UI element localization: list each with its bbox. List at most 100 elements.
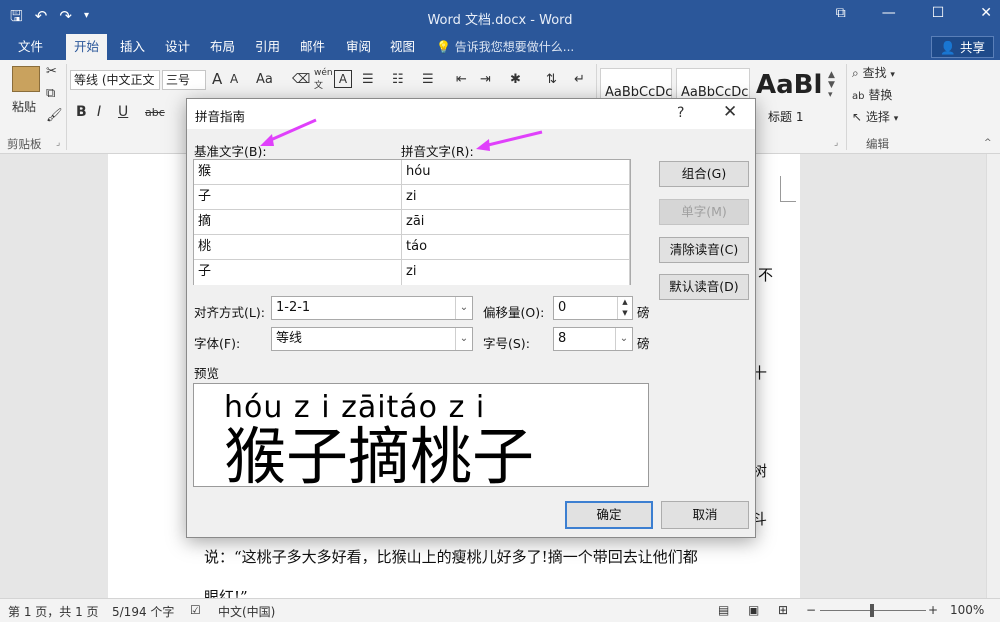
replace-icon: ab	[852, 91, 865, 102]
language-indicator[interactable]: 中文(中国)	[218, 603, 275, 620]
zoom-level[interactable]: 100%	[950, 603, 984, 617]
phonetic-guide-icon[interactable]: wén 文	[314, 68, 333, 91]
copy-icon[interactable]: ⧉	[46, 86, 55, 101]
phonetic-guide-dialog: 拼音指南 ? ✕ 基准文字(B): 拼音文字(R): 猴 hóu 子 zi 摘 …	[186, 98, 756, 538]
minimize-icon[interactable]: —	[882, 5, 896, 21]
asian-layout-icon[interactable]: ✱	[510, 72, 521, 87]
size-unit: 磅	[637, 336, 650, 351]
char-border-icon[interactable]: A	[334, 70, 352, 88]
ruby-text-cell[interactable]: zāi	[402, 210, 630, 235]
ok-button[interactable]: 确定	[565, 501, 653, 529]
spin-arrows-icon[interactable]: ▲ ▼	[617, 297, 632, 319]
find-button[interactable]: ⌕ 查找 ▾	[852, 64, 895, 81]
zoom-slider-thumb[interactable]	[870, 604, 874, 617]
ruby-text-label: 拼音文字(R):	[401, 144, 474, 159]
base-text-cell[interactable]: 桃	[194, 235, 402, 260]
tab-file[interactable]: 文件	[10, 34, 51, 60]
tab-references[interactable]: 引用	[247, 34, 288, 60]
base-text-cell[interactable]: 子	[194, 185, 402, 210]
multilevel-list-icon[interactable]: ☰	[422, 72, 434, 87]
grow-font-icon[interactable]: A	[212, 70, 222, 88]
size-select[interactable]: 8 ⌄	[553, 327, 633, 351]
font-name-combo[interactable]: 等线 (中文正文	[70, 70, 160, 90]
replace-label: 替换	[868, 88, 893, 102]
tab-view[interactable]: 视图	[382, 34, 423, 60]
ruby-text-cell[interactable]: zi	[402, 185, 630, 210]
font-value: 等线	[276, 331, 303, 346]
shrink-font-icon[interactable]: A	[230, 72, 238, 86]
paste-icon[interactable]	[12, 66, 40, 92]
preview-hanzi: 猴子摘桃子	[224, 420, 535, 487]
format-painter-icon[interactable]: 🖌	[46, 108, 63, 123]
group-divider	[66, 64, 67, 150]
mono-button[interactable]: 单字(M)	[659, 199, 749, 225]
underline-icon[interactable]: U	[118, 104, 128, 120]
bold-icon[interactable]: B	[76, 104, 87, 120]
tab-insert[interactable]: 插入	[112, 34, 153, 60]
print-layout-icon[interactable]: ▣	[748, 603, 759, 617]
font-select[interactable]: 等线 ⌄	[271, 327, 473, 351]
replace-button[interactable]: ab 替换	[852, 86, 892, 103]
paste-button[interactable]: 粘贴	[12, 98, 36, 115]
base-text-cell[interactable]: 子	[194, 260, 402, 285]
group-button[interactable]: 组合(G)	[659, 161, 749, 187]
preview-box: hóu z i zāitáo z i 猴子摘桃子	[193, 383, 649, 487]
ruby-text-cell[interactable]: táo	[402, 235, 630, 260]
group-divider	[846, 64, 847, 150]
clear-format-icon[interactable]: ⌫	[292, 72, 310, 87]
word-count[interactable]: 5/194 个字	[112, 603, 174, 620]
web-layout-icon[interactable]: ⊞	[778, 603, 788, 617]
increase-indent-icon[interactable]: ⇥	[480, 72, 491, 87]
italic-icon[interactable]: I	[97, 104, 101, 120]
proofing-icon[interactable]: ☑	[190, 603, 201, 617]
style-heading1[interactable]: AaBl 标题 1	[754, 68, 822, 124]
default-reading-button[interactable]: 默认读音(D)	[659, 274, 749, 300]
tab-mailings[interactable]: 邮件	[292, 34, 333, 60]
bullets-icon[interactable]: ☰	[362, 72, 374, 87]
sort-icon[interactable]: ⇅	[546, 72, 557, 87]
tab-review[interactable]: 审阅	[338, 34, 379, 60]
change-case-icon[interactable]: Aa	[256, 72, 273, 87]
offset-spinner[interactable]: 0 ▲ ▼	[553, 296, 633, 320]
strikethrough-icon[interactable]: abc	[145, 106, 165, 119]
share-button[interactable]: 👤 共享	[931, 36, 994, 58]
zoom-in-button[interactable]: +	[928, 603, 938, 617]
tab-layout[interactable]: 布局	[202, 34, 243, 60]
vertical-scrollbar[interactable]	[986, 154, 1000, 598]
close-icon[interactable]: ✕	[723, 102, 737, 122]
decrease-indent-icon[interactable]: ⇤	[456, 72, 467, 87]
tab-design[interactable]: 设计	[157, 34, 198, 60]
window-controls: ⧉ — ☐ ✕	[836, 5, 992, 21]
chevron-down-icon: ⌄	[615, 328, 632, 350]
clipboard-launcher-icon[interactable]: ⌟	[56, 138, 60, 148]
styles-launcher-icon[interactable]: ⌟	[834, 138, 838, 148]
ruby-text-cell[interactable]: zi	[402, 260, 630, 285]
select-button[interactable]: ↖ 选择 ▾	[852, 108, 898, 125]
help-icon[interactable]: ?	[677, 105, 684, 121]
font-size-combo[interactable]: 三号	[162, 70, 206, 90]
zoom-out-button[interactable]: −	[806, 603, 816, 617]
ruby-text-cell[interactable]: hóu	[402, 160, 630, 185]
base-text-cell[interactable]: 摘	[194, 210, 402, 235]
styles-scroll-icon[interactable]: ▲ ▼ ▾	[828, 70, 835, 100]
maximize-icon[interactable]: ☐	[932, 5, 945, 21]
cancel-button[interactable]: 取消	[661, 501, 749, 529]
ribbon-display-icon[interactable]: ⧉	[836, 5, 846, 21]
cut-icon[interactable]: ✂	[46, 64, 57, 79]
select-label: 选择	[865, 110, 890, 124]
annotation-arrow	[260, 118, 317, 146]
page-count[interactable]: 第 1 页，共 1 页	[8, 603, 99, 620]
numbering-icon[interactable]: ☷	[392, 72, 404, 87]
chevron-down-icon: ⌄	[455, 328, 472, 350]
collapse-ribbon-icon[interactable]: ^	[984, 138, 992, 148]
tab-home[interactable]: 开始	[66, 34, 108, 60]
base-text-cell[interactable]: 猴	[194, 160, 402, 185]
read-mode-icon[interactable]: ▤	[718, 603, 729, 617]
alignment-select[interactable]: 1-2-1 ⌄	[271, 296, 473, 320]
lightbulb-icon: 💡	[436, 40, 451, 54]
close-icon[interactable]: ✕	[980, 5, 992, 21]
show-marks-icon[interactable]: ↵	[574, 72, 585, 87]
clear-reading-button[interactable]: 清除读音(C)	[659, 237, 749, 263]
clipboard-group-label: 剪贴板	[7, 137, 42, 151]
tell-me-box[interactable]: 💡 告诉我您想要做什么...	[436, 34, 574, 60]
